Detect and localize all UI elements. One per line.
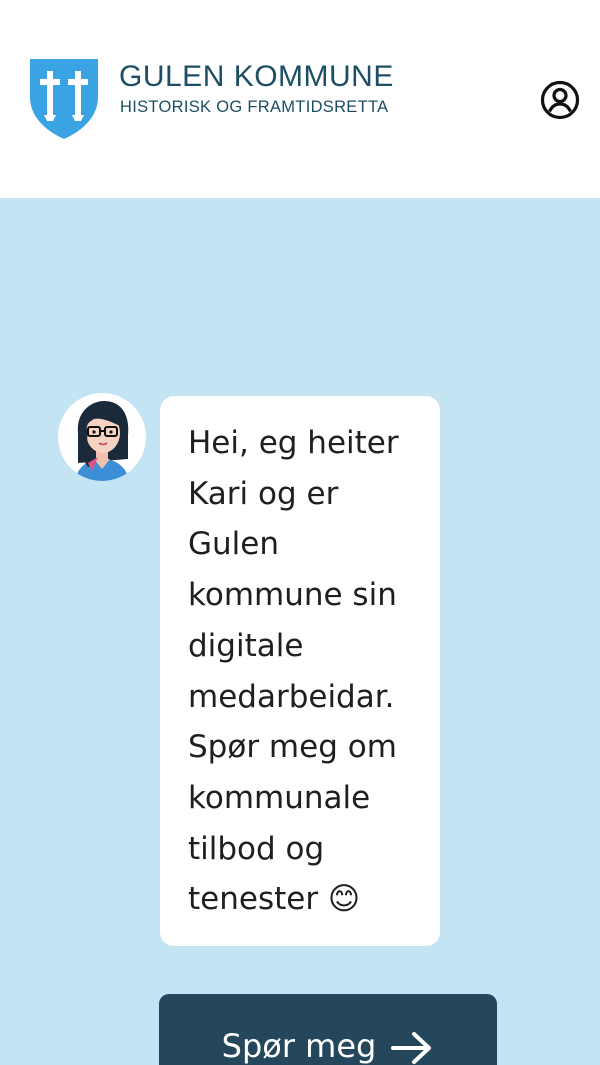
- assistant-message-bubble: Hei, eg heiter Kari og er Gulen kommune …: [160, 396, 440, 946]
- ask-me-label: Spør meg: [221, 1027, 377, 1065]
- assistant-avatar: [58, 393, 146, 481]
- ask-me-button[interactable]: Spør meg: [159, 994, 497, 1065]
- assistant-avatar-icon: [74, 401, 130, 481]
- assistant-message-text: Hei, eg heiter Kari og er Gulen kommune …: [188, 425, 399, 918]
- user-profile-icon[interactable]: [539, 79, 581, 121]
- arrow-right-icon: [391, 1032, 432, 1064]
- brand-subtitle: HISTORISK OG FRAMTIDSRETTA: [120, 98, 389, 116]
- brand-title: GULEN KOMMUNE: [119, 60, 394, 93]
- coat-of-arms-icon[interactable]: [28, 57, 100, 141]
- site-header: GULEN KOMMUNE HISTORISK OG FRAMTIDSRETTA: [0, 0, 600, 198]
